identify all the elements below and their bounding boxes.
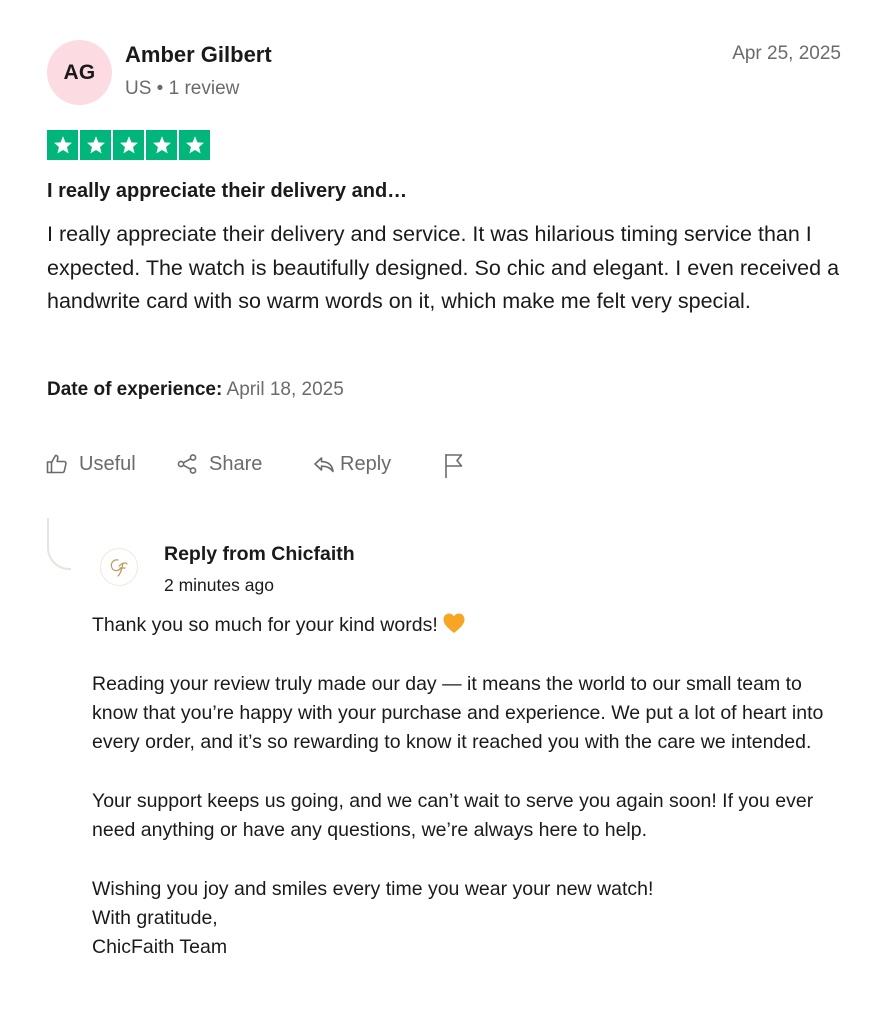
company-logo (100, 548, 138, 586)
reviewer-name[interactable]: Amber Gilbert (125, 42, 272, 68)
useful-label: Useful (79, 452, 136, 475)
reviewer-meta: US • 1 review (125, 78, 240, 99)
useful-button[interactable]: Useful (45, 452, 136, 476)
star-icon (47, 130, 78, 160)
reply-button[interactable]: Reply (312, 452, 391, 476)
star-rating (47, 130, 210, 160)
reply-icon (314, 457, 334, 473)
reply-paragraph-3: Your support keeps us going, and we can’… (92, 789, 814, 842)
reply-thread-line (47, 518, 71, 570)
thumbs-up-icon (46, 454, 67, 474)
reply-closing-1: Wishing you joy and smiles every time yo… (92, 877, 654, 900)
report-button[interactable] (442, 452, 466, 480)
star-icon (179, 130, 210, 160)
star-icon (80, 130, 111, 160)
star-icon (113, 130, 144, 160)
reply-label: Reply (340, 452, 392, 475)
avatar[interactable]: AG (47, 40, 112, 105)
reply-paragraph-2: Reading your review truly made our day —… (92, 672, 824, 754)
reply-time: 2 minutes ago (164, 575, 274, 595)
experience-date: April 18, 2025 (226, 379, 344, 400)
share-icon (177, 454, 197, 474)
flag-icon (445, 454, 463, 478)
reply-from: Reply from Chicfaith (164, 543, 355, 565)
reply-thanks: Thank you so much for your kind words! (92, 614, 438, 636)
orange-heart-icon (443, 613, 465, 633)
experience-label: Date of experience: (47, 379, 223, 400)
share-label: Share (209, 452, 263, 475)
reply-signature: ChicFaith Team (92, 936, 228, 959)
review-title[interactable]: I really appreciate their delivery and… (47, 180, 407, 203)
chicfaith-logo-icon (110, 559, 128, 577)
review-body: I really appreciate their delivery and s… (47, 222, 840, 313)
reply-closing-2: With gratitude, (92, 906, 218, 929)
share-button[interactable]: Share (175, 452, 262, 476)
review-date: Apr 25, 2025 (732, 43, 841, 64)
date-of-experience: Date of experience: April 18, 2025 (47, 379, 344, 401)
reply-body: Thank you so much for your kind words! R… (92, 611, 852, 963)
star-icon (146, 130, 177, 160)
avatar-initials: AG (63, 60, 96, 84)
reply-line-1: Thank you so much for your kind words! (92, 611, 852, 640)
review-actions: Useful Share Reply (45, 452, 505, 482)
